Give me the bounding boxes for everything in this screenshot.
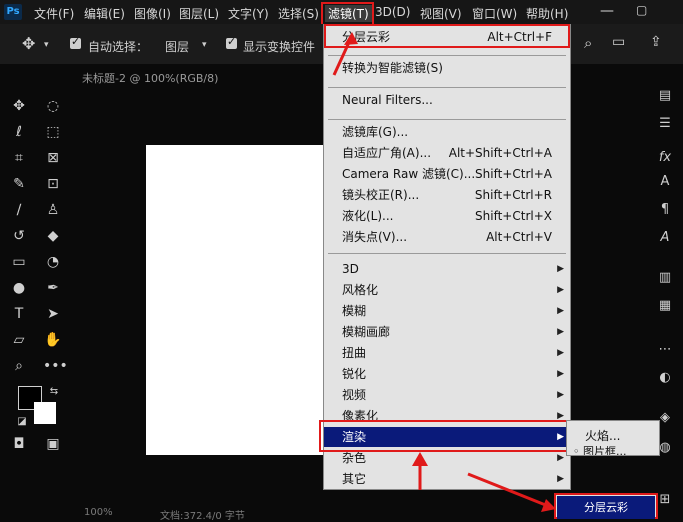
status-zoom[interactable]: 100% xyxy=(84,507,113,518)
arrow-head-icon xyxy=(412,452,428,466)
arrow-right-line xyxy=(467,472,549,508)
arrow-head-icon xyxy=(344,32,358,45)
annotation-arrows xyxy=(332,32,556,512)
status-doc-size: 文档:372.4/0 字节 xyxy=(160,511,245,522)
